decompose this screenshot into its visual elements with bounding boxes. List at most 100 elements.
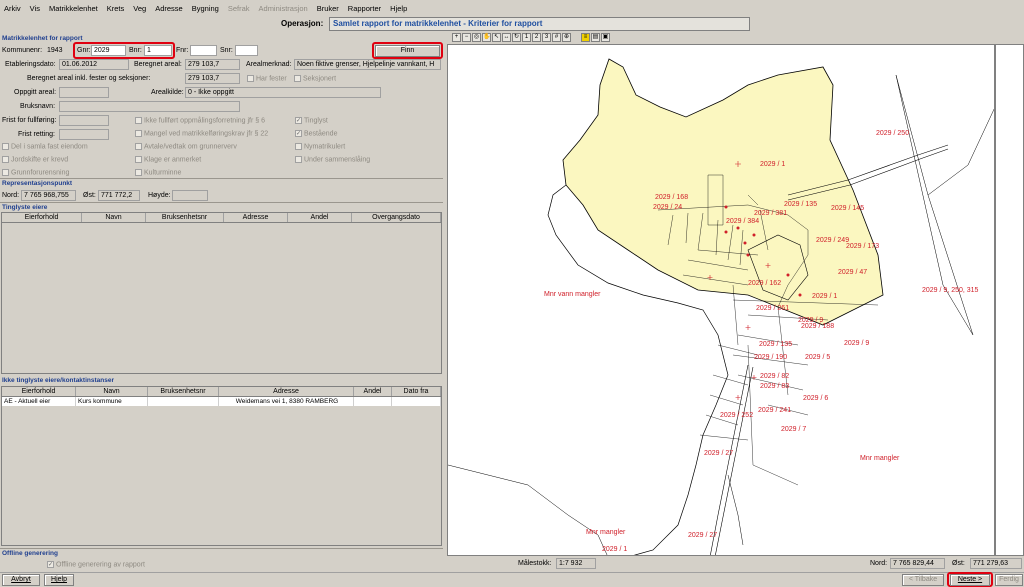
frist-fullforing-value <box>59 115 109 126</box>
check-kulturminne: Kulturminne <box>135 169 181 176</box>
repr-hoyde-value <box>172 190 208 201</box>
tilbake-button[interactable]: < Tilbake <box>902 574 944 586</box>
repr-ost-label: Øst: <box>83 192 96 199</box>
export-icon[interactable]: ▣ <box>601 33 610 42</box>
zoom-out-icon[interactable]: − <box>462 33 471 42</box>
oppgitt-label: Oppgitt areal: <box>14 89 57 96</box>
cell-eierforhold: AE - Aktuell eier <box>2 397 76 406</box>
measure-icon[interactable]: ↔ <box>502 33 511 42</box>
menu-item-bruker[interactable]: Bruker <box>317 4 339 13</box>
menu-item-vis[interactable]: Vis <box>30 4 40 13</box>
center-icon[interactable]: ⊕ <box>562 33 571 42</box>
col-bruksenhetsnr[interactable]: Bruksenhetsnr <box>146 213 224 222</box>
ferdig-button[interactable]: Ferdig <box>995 574 1023 586</box>
divider <box>0 178 443 179</box>
pan-icon[interactable]: ✋ <box>482 33 491 42</box>
menu-item-sefrak[interactable]: Sefrak <box>228 4 250 13</box>
col-eierforhold[interactable]: Eierforhold <box>2 387 76 396</box>
ikke-tinglyste-section-title: Ikke tinglyste eiere/kontaktinstanser <box>2 377 114 384</box>
col-navn[interactable]: Navn <box>76 387 148 396</box>
col-dato-fra[interactable]: Dato fra <box>392 387 441 396</box>
col-adresse[interactable]: Adresse <box>219 387 354 396</box>
etablering-label: Etableringsdato: <box>5 61 56 68</box>
map-label: 2029 / 1 <box>602 546 627 553</box>
menu-item-arkiv[interactable]: Arkiv <box>4 4 21 13</box>
avbryt-button[interactable]: Avbryt <box>2 574 40 586</box>
status-ost-label: Øst: <box>952 560 965 567</box>
tinglyste-table[interactable]: Eierforhold Navn Bruksenhetsnr Adresse A… <box>1 212 442 374</box>
bruksnavn-label: Bruksnavn: <box>20 103 56 110</box>
beregnet-inkl-value: 279 103,7 <box>185 73 240 84</box>
menu-item-matrikkelenhet[interactable]: Matrikkelenhet <box>49 4 98 13</box>
menu-item-hjelp[interactable]: Hjelp <box>390 4 407 13</box>
ikke-tinglyste-header: Eierforhold Navn Bruksenhetsnr Adresse A… <box>2 387 441 397</box>
grid-icon[interactable]: # <box>552 33 561 42</box>
malestokk-label: Målestokk: <box>518 560 552 567</box>
zoom-in-icon[interactable]: + <box>452 33 461 42</box>
gnr-input[interactable]: 2029 <box>91 45 126 56</box>
hjelp-button[interactable]: Hjelp <box>44 574 74 586</box>
col-andel[interactable]: Andel <box>354 387 392 396</box>
gnr-label: Gnr: <box>77 47 91 54</box>
map-label: 2029 / 27 <box>704 450 733 457</box>
arealkilde-value: 0 - Ikke oppgitt <box>185 87 381 98</box>
scale-1-icon[interactable]: 1 <box>522 33 531 42</box>
col-andel[interactable]: Andel <box>288 213 352 222</box>
repr-nord-value: 7 765 968,755 <box>21 190 76 201</box>
layer-icon[interactable]: ≡ <box>581 33 590 42</box>
offline-checkbox[interactable]: ✓ Offline generering av rapport <box>47 561 145 568</box>
cell-bruksenhetsnr <box>148 397 219 406</box>
ikke-tinglyste-table[interactable]: Eierforhold Navn Bruksenhetsnr Adresse A… <box>1 386 442 546</box>
operation-label: Operasjon: <box>281 19 324 28</box>
finn-button[interactable]: Finn <box>375 45 440 57</box>
beregnet-inkl-label: Beregnet areal inkl. fester og seksjoner… <box>27 75 151 82</box>
fnr-input[interactable] <box>190 45 217 56</box>
map-toolbar: + − ◎ ✋ ↖ ↔ ↻ 1 2 3 # ⊕ ≡ ▤ ▣ <box>452 33 610 42</box>
map-scroll-area <box>995 44 1024 556</box>
cell-dato-fra <box>392 397 441 406</box>
map-label: 2029 / 190 <box>754 354 787 361</box>
check-mangel: Mangel ved matrikkelføringskrav jfr § 22 <box>135 130 268 137</box>
zoom-extent-icon[interactable]: ◎ <box>472 33 481 42</box>
frist-retting-value <box>59 129 109 140</box>
cell-adresse: Weidemans vei 1, 8380 RAMBERG <box>219 397 354 406</box>
map-label: 2029 / 1 <box>812 293 837 300</box>
menu-item-krets[interactable]: Krets <box>107 4 125 13</box>
check-bestaende: ✓ Bestående <box>295 130 338 138</box>
check-grunnforurensning: Grunnforurensning <box>2 169 69 176</box>
neste-button[interactable]: Neste > <box>950 574 990 586</box>
bottom-bar <box>0 572 1024 587</box>
table-row[interactable]: AE - Aktuell eier Kurs kommune Weidemans… <box>2 397 441 406</box>
menu-bar: Arkiv Vis Matrikkelenhet Krets Veg Adresse Byg… <box>0 0 1024 16</box>
refresh-icon[interactable]: ↻ <box>512 33 521 42</box>
snr-label: Snr: <box>220 47 233 54</box>
menu-item-rapporter[interactable]: Rapporter <box>348 4 381 13</box>
map-label: 2029 / 1 <box>760 161 785 168</box>
map-label: 2029 / 249 <box>816 237 849 244</box>
bnr-input[interactable]: 1 <box>144 45 172 56</box>
menu-item-bygning[interactable]: Bygning <box>192 4 219 13</box>
menu-item-administrasjon[interactable]: Administrasjon <box>259 4 308 13</box>
scale-3-icon[interactable]: 3 <box>542 33 551 42</box>
col-overgangsdato[interactable]: Overgangsdato <box>352 213 441 222</box>
status-nord-label: Nord: <box>870 560 888 567</box>
col-eierforhold[interactable]: Eierforhold <box>2 213 82 222</box>
select-icon[interactable]: ↖ <box>492 33 501 42</box>
map-label: 2029 / 168 <box>655 194 688 201</box>
map-label: 2029 / 241 <box>758 407 791 414</box>
check-tinglyst: ✓ Tinglyst <box>295 117 328 125</box>
map-view[interactable]: 2029 / 250 2029 / 1 2029 / 168 2029 / 24… <box>447 44 995 556</box>
map-label: 2029 / 135 <box>784 201 817 208</box>
col-adresse[interactable]: Adresse <box>224 213 288 222</box>
menu-item-adresse[interactable]: Adresse <box>155 4 183 13</box>
print-icon[interactable]: ▤ <box>591 33 600 42</box>
map-label: 2029 / 252 <box>720 412 753 419</box>
kommunenr-label: Kommunenr: <box>2 47 43 54</box>
map-label: 2029 / 188 <box>801 323 834 330</box>
col-bruksenhetsnr[interactable]: Bruksenhetsnr <box>148 387 219 396</box>
scale-2-icon[interactable]: 2 <box>532 33 541 42</box>
menu-item-veg[interactable]: Veg <box>133 4 146 13</box>
map-label: 2029 / 9 <box>844 340 869 347</box>
snr-input[interactable] <box>235 45 258 56</box>
col-navn[interactable]: Navn <box>82 213 146 222</box>
